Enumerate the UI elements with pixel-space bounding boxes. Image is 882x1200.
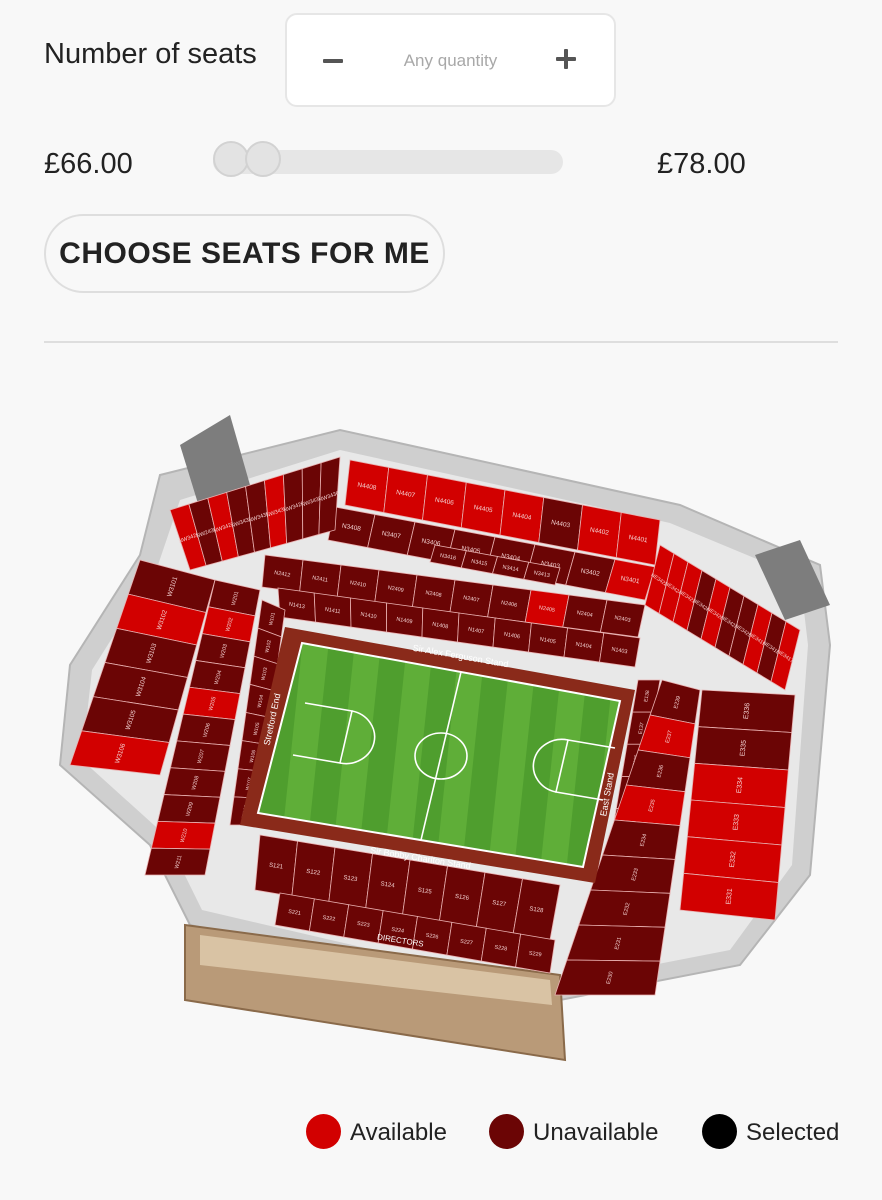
- number-of-seats-label: Number of seats: [44, 38, 257, 70]
- choose-seats-for-me-button[interactable]: CHOOSE SEATS FOR ME: [44, 214, 445, 293]
- stadium-seat-map[interactable]: N4408N4407N4406N4405N4404N4403N4402N4401…: [40, 405, 840, 1075]
- legend-unavailable-label: Unavailable: [533, 1119, 659, 1146]
- divider: [44, 341, 838, 343]
- quantity-stepper[interactable]: Any quantity: [285, 13, 616, 107]
- legend-selected-label: Selected: [746, 1119, 840, 1146]
- increase-quantity-button[interactable]: [556, 49, 576, 69]
- legend-available-label: Available: [350, 1119, 447, 1146]
- available-swatch: [306, 1114, 341, 1149]
- selected-swatch: [702, 1114, 737, 1149]
- price-range-max-handle[interactable]: [245, 141, 281, 177]
- price-range-min-handle[interactable]: [213, 141, 249, 177]
- unavailable-swatch: [489, 1114, 524, 1149]
- price-max-label: £78.00: [657, 148, 746, 180]
- price-min-label: £66.00: [44, 148, 133, 180]
